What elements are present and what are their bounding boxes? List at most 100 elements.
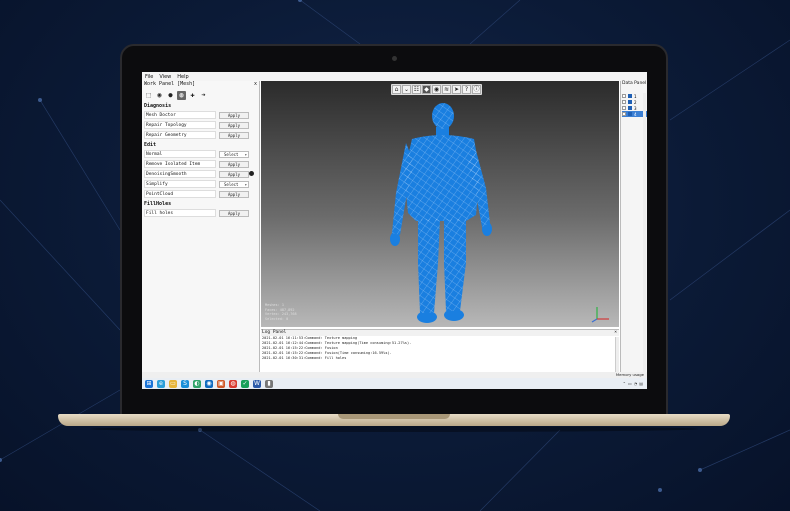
human-mesh-model[interactable]	[386, 103, 496, 327]
system-tray: ⌃ ▭ ◔ ▤	[623, 381, 647, 386]
eye-icon[interactable]: ◉	[155, 91, 164, 100]
work-panel-icon-bar: ⬚ ◉ ● ◍ ✚ ➔	[142, 89, 259, 101]
row-mesh-doctor: Mesh Doctor Apply	[142, 110, 259, 120]
row-label: PointCloud	[144, 190, 216, 198]
word-icon[interactable]: W	[253, 379, 261, 388]
work-panel-title-bar: Work Panel [Mesh] x	[142, 81, 259, 89]
select-icon[interactable]: ◆	[422, 85, 431, 94]
menu-view[interactable]: View	[159, 74, 171, 80]
3d-viewport[interactable]: ⌂ ⌄ ☷ ◆ ◉ ≋ ➤ ? ⓘ Meshes: 1 Faces: 487,8…	[261, 81, 619, 327]
row-label: Remove Isolated Item	[144, 160, 216, 168]
data-row-label: 2	[634, 99, 637, 105]
info-icon[interactable]: ⓘ	[472, 85, 481, 94]
data-row-label: 3	[634, 105, 637, 111]
row-label: DenoisingSmooth	[144, 170, 216, 178]
pointer-icon[interactable]: ➤	[452, 85, 461, 94]
fill-holes-apply-button[interactable]: Apply	[219, 209, 249, 217]
row-denoising-smooth: DenoisingSmooth Apply	[142, 169, 259, 179]
memory-usage-label: Memory usage	[615, 372, 644, 377]
tray-volume-icon[interactable]: ◔	[634, 381, 638, 386]
menu-help[interactable]: Help	[177, 74, 188, 80]
data-panel: Data Panel 1 2 3 4	[620, 81, 647, 373]
checkbox[interactable]	[622, 100, 626, 104]
mesh-info-overlay: Meshes: 1 Faces: 487,892 Vertex: 243,768…	[265, 303, 297, 321]
row-label: Repair Geometry	[144, 131, 216, 139]
sphere-icon[interactable]: ●	[166, 91, 175, 100]
remove-isolated-apply-button[interactable]: Apply	[219, 160, 249, 168]
row-remove-isolated: Remove Isolated Item Apply	[142, 159, 259, 169]
layers-icon[interactable]: ≋	[442, 85, 451, 94]
edge-icon[interactable]: e	[157, 379, 165, 388]
settings-dot-icon[interactable]	[249, 171, 254, 176]
checkbox[interactable]	[622, 112, 626, 116]
arrow-icon[interactable]: ➔	[199, 91, 208, 100]
row-simplify: Simplify Select	[142, 179, 259, 189]
row-label: Mesh Doctor	[144, 111, 216, 119]
taskbar: ⊞ e ▭ S ◐ ◉ ▣ ◍ ✓ W ▮ ⌃ ▭ ◔ ▤	[142, 378, 647, 389]
laptop-base-notch	[338, 414, 450, 419]
grid-icon[interactable]: ☷	[412, 85, 421, 94]
log-panel: Log Panel × 2021-02-01 16:11:53:Command:…	[261, 329, 619, 373]
repair-topology-apply-button[interactable]: Apply	[219, 121, 249, 129]
row-label: Repair Topology	[144, 121, 216, 129]
checkbox[interactable]	[622, 94, 626, 98]
data-panel-scrollbar[interactable]	[643, 93, 646, 373]
laptop-screen: File View Help Work Panel [Mesh] x ⬚ ◉ ●…	[142, 72, 647, 389]
webcam	[392, 56, 397, 61]
log-lines: 2021-02-01 16:11:53:Command: Texture map…	[261, 336, 619, 361]
row-label: Simplify	[144, 180, 216, 188]
menu-file[interactable]: File	[145, 74, 153, 80]
laptop-shadow	[90, 426, 698, 432]
row-repair-geometry: Repair Geometry Apply	[142, 130, 259, 140]
data-row-label: 1	[634, 93, 637, 99]
store-icon[interactable]: ▣	[217, 379, 225, 388]
data-row-label: 4	[634, 111, 637, 117]
mesh-icon	[628, 106, 632, 110]
close-icon[interactable]: ×	[614, 330, 617, 336]
close-icon[interactable]: x	[254, 81, 257, 89]
mesh-icon	[628, 112, 632, 116]
log-line: 2021-02-01 16:30:31:Command: Fill holes	[262, 356, 347, 360]
denoising-smooth-apply-button[interactable]: Apply	[219, 170, 249, 178]
mesh-icon	[628, 100, 632, 104]
checkbox[interactable]	[622, 106, 626, 110]
fit-icon[interactable]: ⌄	[402, 85, 411, 94]
chrome-icon[interactable]: ◍	[229, 379, 237, 388]
puzzle-icon[interactable]: ✚	[188, 91, 197, 100]
home-icon[interactable]: ⌂	[392, 85, 401, 94]
mesh-sphere-icon[interactable]: ◍	[177, 90, 186, 100]
tray-battery-icon[interactable]: ▭	[628, 381, 632, 386]
mesh-doctor-apply-button[interactable]: Apply	[219, 111, 249, 119]
pointcloud-apply-button[interactable]: Apply	[219, 190, 249, 198]
help-icon[interactable]: ?	[462, 85, 471, 94]
overlay-line: Vertex: 243,768	[265, 312, 297, 316]
repair-geometry-apply-button[interactable]: Apply	[219, 131, 249, 139]
work-panel-title: Work Panel [Mesh]	[144, 81, 196, 87]
row-label: Fill holes	[144, 209, 216, 217]
simplify-select[interactable]: Select	[219, 180, 249, 188]
app-green-icon[interactable]: ✓	[241, 379, 249, 388]
row-repair-topology: Repair Topology Apply	[142, 120, 259, 130]
section-fillholes: FillHoles	[144, 200, 172, 207]
browser-icon[interactable]: ◉	[205, 379, 213, 388]
axis-gizmo-icon	[591, 307, 609, 323]
skype-icon[interactable]: S	[181, 379, 189, 388]
file-explorer-icon[interactable]: ▭	[169, 379, 177, 388]
cube-icon[interactable]: ⬚	[144, 91, 153, 100]
row-label: Normal	[144, 150, 216, 158]
tray-chevron-icon[interactable]: ⌃	[623, 381, 626, 386]
row-fill-holes: Fill holes Apply	[142, 208, 259, 218]
work-panel: Work Panel [Mesh] x ⬚ ◉ ● ◍ ✚ ➔ Diagnosi…	[142, 81, 260, 372]
data-panel-title: Data Panel	[622, 81, 647, 86]
mesh-icon	[628, 94, 632, 98]
edge-new-icon[interactable]: ◐	[193, 379, 201, 388]
normal-select[interactable]: Select	[219, 150, 249, 158]
row-pointcloud: PointCloud Apply	[142, 189, 259, 199]
overlay-line: Selected: 0	[265, 316, 289, 321]
tray-notification-icon[interactable]: ▤	[639, 381, 643, 386]
scan-app-icon[interactable]: ▮	[265, 379, 273, 388]
eye-icon[interactable]: ◉	[432, 85, 441, 94]
log-scrollbar[interactable]	[615, 337, 619, 373]
menu-bar: File View Help	[142, 72, 647, 81]
windows-start-icon[interactable]: ⊞	[145, 379, 153, 388]
